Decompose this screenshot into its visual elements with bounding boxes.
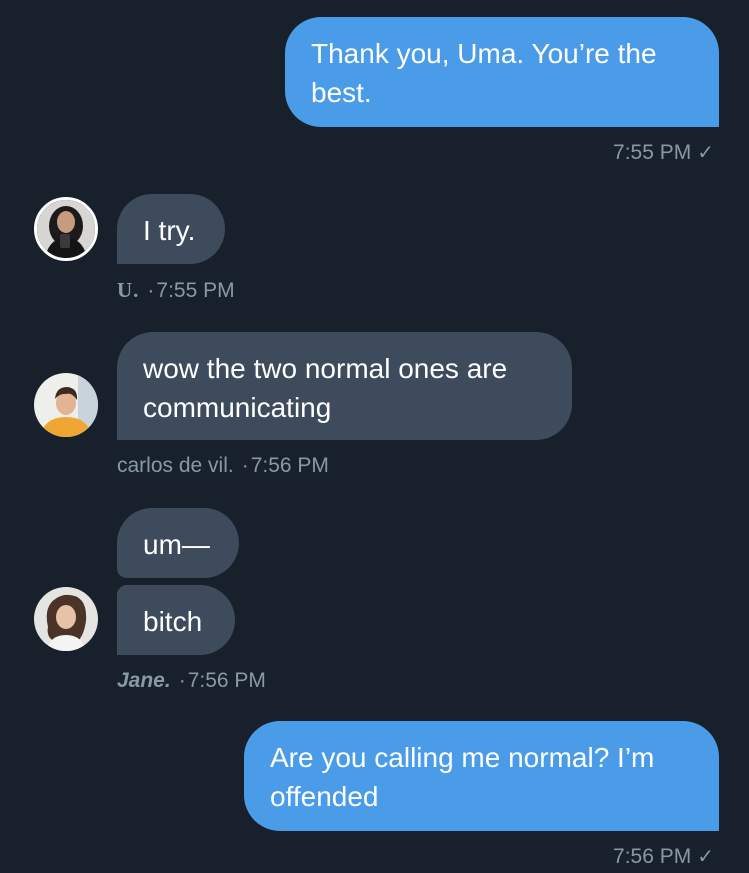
avatar[interactable] xyxy=(34,373,98,437)
incoming-message-bubble[interactable]: bitch xyxy=(117,585,235,655)
incoming-message-bubble[interactable]: wow the two normal ones are communicatin… xyxy=(117,332,572,440)
incoming-message-bubble[interactable]: um— xyxy=(117,508,239,578)
timestamp-text: 7:56 PM xyxy=(187,669,266,692)
message-timestamp: 7:55 PM ✓ xyxy=(613,140,714,165)
incoming-message-bubble[interactable]: I try. xyxy=(117,194,225,264)
message-meta: carlos de vil. ·7:56 PM xyxy=(117,454,329,478)
message-meta: Jane. ·7:56 PM xyxy=(117,669,266,693)
meta-separator: · xyxy=(178,669,186,692)
sender-name[interactable]: Jane. xyxy=(117,669,171,692)
timestamp-text: 7:56 PM xyxy=(250,454,329,477)
outgoing-message-bubble[interactable]: Are you calling me normal? I’m offended xyxy=(244,721,719,831)
read-check-icon: ✓ xyxy=(697,142,714,164)
outgoing-message-bubble[interactable]: Thank you, Uma. You’re the best. xyxy=(285,17,719,127)
read-check-icon: ✓ xyxy=(697,846,714,868)
message-meta: U. ·7:55 PM xyxy=(117,278,235,303)
avatar[interactable] xyxy=(34,197,98,261)
timestamp-text: 7:55 PM xyxy=(613,141,692,164)
sender-name[interactable]: carlos de vil. xyxy=(117,454,234,477)
message-timestamp: 7:56 PM ✓ xyxy=(613,844,714,869)
sender-name[interactable]: U. xyxy=(117,278,139,302)
timestamp-text: 7:55 PM xyxy=(156,279,235,302)
timestamp-text: 7:56 PM xyxy=(613,845,692,868)
meta-separator: · xyxy=(147,279,155,302)
meta-separator: · xyxy=(241,454,249,477)
avatar[interactable] xyxy=(34,587,98,651)
